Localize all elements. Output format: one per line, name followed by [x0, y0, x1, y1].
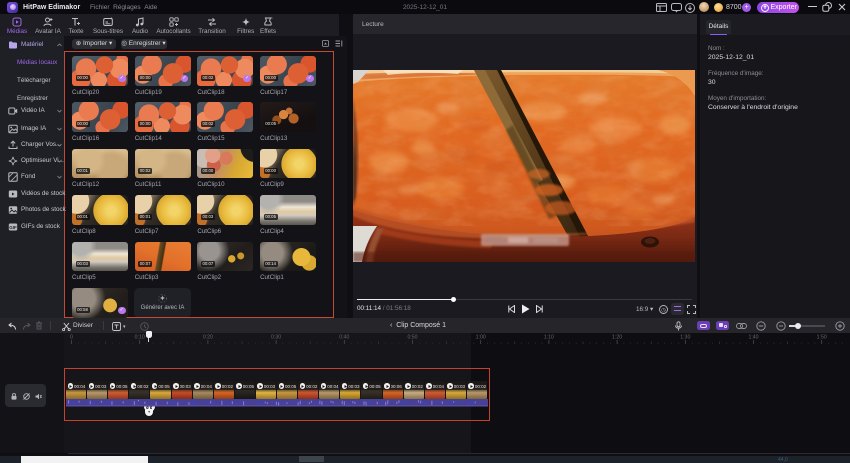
svg-text:1:40: 1:40	[748, 335, 758, 341]
svg-text:0:40: 0:40	[339, 335, 349, 341]
svg-text:GIF: GIF	[9, 225, 17, 230]
svg-text:0:30: 0:30	[271, 335, 281, 341]
svg-text:1:10: 1:10	[544, 335, 554, 341]
svg-text:◷: ◷	[661, 307, 666, 313]
svg-text:0:10: 0:10	[135, 335, 145, 341]
svg-text:1:00: 1:00	[476, 335, 486, 341]
svg-text:0: 0	[70, 335, 73, 341]
svg-text:1:20: 1:20	[612, 335, 622, 341]
svg-text:0:50: 0:50	[407, 335, 417, 341]
svg-text:1:50: 1:50	[817, 335, 827, 341]
svg-text:1:30: 1:30	[680, 335, 690, 341]
svg-text:0:20: 0:20	[203, 335, 213, 341]
